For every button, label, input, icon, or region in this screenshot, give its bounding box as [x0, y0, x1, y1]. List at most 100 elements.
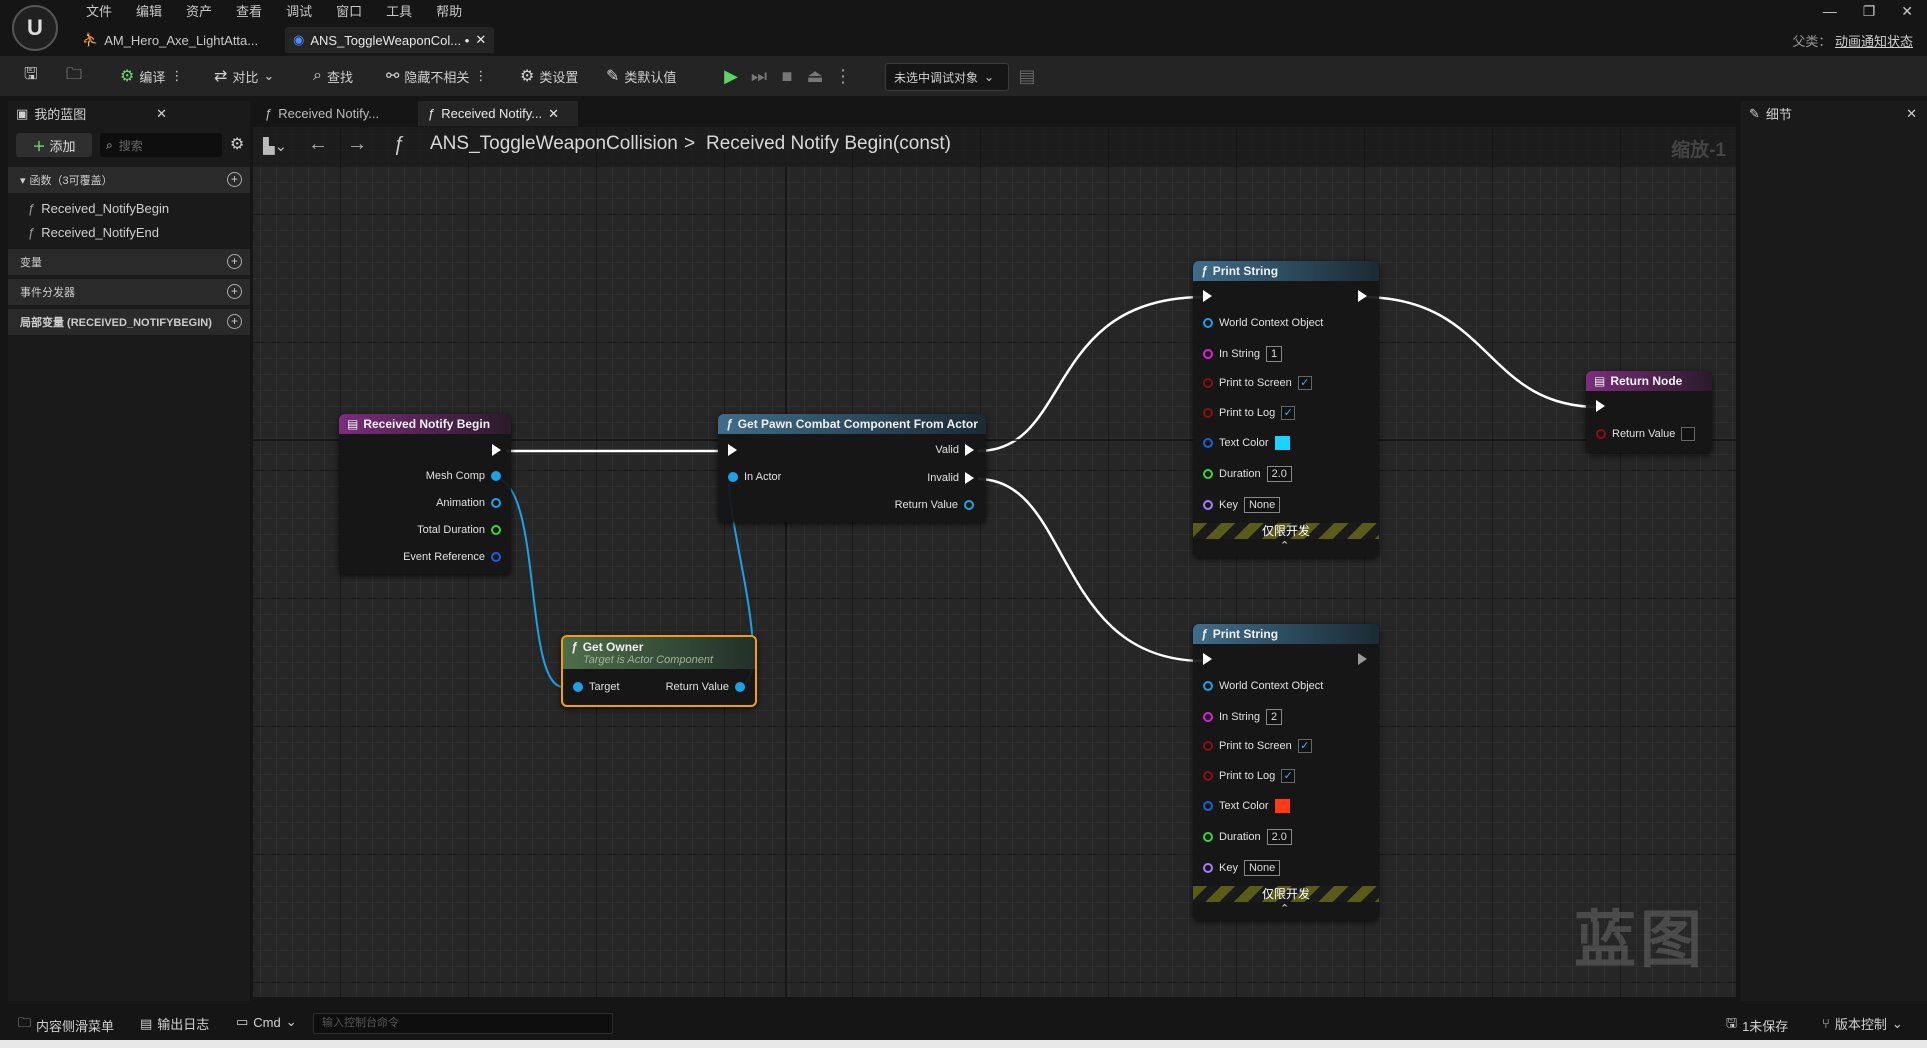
exec-out-pin[interactable]: [1358, 653, 1367, 665]
exec-in-pin[interactable]: [1203, 290, 1212, 302]
in-string-pin[interactable]: In String 2: [1203, 709, 1283, 725]
event-reference-pin[interactable]: Event Reference: [403, 551, 501, 563]
target-pin[interactable]: Target: [573, 681, 620, 693]
print-to-log-checkbox[interactable]: ✓: [1281, 406, 1296, 420]
save-button[interactable]: 🖫: [18, 61, 44, 91]
content-drawer-button[interactable]: 🗀 内容侧滑菜单: [18, 1014, 114, 1036]
invalid-pin[interactable]: Invalid: [927, 472, 974, 484]
return-value-checkbox[interactable]: [1681, 427, 1696, 441]
exec-in-pin[interactable]: [728, 444, 737, 456]
animation-pin[interactable]: Animation: [436, 497, 501, 509]
get-pawn-combat-node[interactable]: ƒ Get Pawn Combat Component From Actor In…: [718, 414, 986, 522]
close-icon[interactable]: ✕: [156, 106, 167, 122]
menu-edit[interactable]: 编辑: [124, 3, 174, 21]
console-command-input[interactable]: 输入控制台命令: [313, 1013, 613, 1034]
menu-debug[interactable]: 调试: [274, 3, 324, 21]
doc-tab-notify-state[interactable]: ◉ ANS_ToggleWeaponCol... • ✕: [285, 27, 495, 53]
exec-in-pin[interactable]: [1203, 653, 1212, 665]
step-icon[interactable]: ⏭: [746, 62, 772, 90]
my-blueprint-tab[interactable]: ▣ 我的蓝图 ✕: [16, 101, 171, 126]
close-icon[interactable]: ✕: [1906, 106, 1917, 122]
class-defaults-button[interactable]: ✎ 类默认值: [600, 61, 682, 91]
in-string-field[interactable]: 2: [1265, 709, 1283, 725]
return-node[interactable]: ▤ Return Node Return Value: [1586, 371, 1712, 453]
close-window-icon[interactable]: ✕: [1901, 3, 1913, 20]
owner-return-pin[interactable]: Return Value: [666, 681, 745, 693]
print-to-screen-pin[interactable]: Print to Screen ✓: [1203, 739, 1312, 753]
exec-out-pin[interactable]: [492, 444, 501, 456]
function-item[interactable]: ƒ Received_NotifyBegin: [28, 201, 169, 216]
text-color-swatch[interactable]: [1274, 799, 1290, 813]
add-dispatcher-icon[interactable]: +: [227, 284, 242, 299]
in-string-field[interactable]: 1: [1265, 346, 1283, 362]
functions-section[interactable]: ▾ 函数（3可覆盖） +: [8, 167, 250, 193]
exec-out-pin[interactable]: [1358, 290, 1367, 302]
parent-class-link[interactable]: 动画通知状态: [1835, 34, 1913, 49]
restore-icon[interactable]: ❐: [1863, 3, 1876, 20]
close-tab-icon[interactable]: ✕: [475, 32, 486, 48]
return-value-pin[interactable]: Return Value: [1596, 427, 1696, 441]
text-color-pin[interactable]: Text Color: [1203, 436, 1290, 450]
world-context-pin[interactable]: World Context Object: [1203, 680, 1323, 692]
entry-node[interactable]: ▤ Received Notify Begin Mesh Comp Animati…: [339, 414, 511, 574]
key-field[interactable]: None: [1243, 860, 1281, 876]
get-owner-node[interactable]: ƒ Get Owner Target is Actor Component Tar…: [561, 635, 757, 707]
class-settings-button[interactable]: ⚙ 类设置: [514, 61, 584, 91]
browse-button[interactable]: 🗀: [60, 61, 88, 91]
menu-view[interactable]: 查看: [224, 3, 274, 21]
key-field[interactable]: None: [1243, 497, 1281, 513]
print-string-node-1[interactable]: ƒ Print String World Context Object In St…: [1193, 261, 1379, 557]
more-icon[interactable]: ⋮: [170, 68, 183, 84]
diff-button[interactable]: ⇄ 对比 ⌄: [208, 61, 280, 91]
text-color-pin[interactable]: Text Color: [1203, 799, 1290, 813]
duration-pin[interactable]: Duration 2.0: [1203, 466, 1292, 482]
print-to-log-pin[interactable]: Print to Log ✓: [1203, 769, 1296, 783]
print-string-node-2[interactable]: ƒ Print String World Context Object In St…: [1193, 624, 1379, 920]
add-function-icon[interactable]: +: [227, 172, 242, 187]
settings-gear-icon[interactable]: ⚙: [230, 134, 244, 154]
output-log-button[interactable]: ▤ 输出日志: [140, 1014, 209, 1033]
expand-chevron-icon[interactable]: ⌃: [1280, 539, 1289, 552]
doc-tab-anim-montage[interactable]: ⛹ AM_Hero_Axe_LightAtta...: [74, 27, 266, 53]
variables-section[interactable]: 变量 +: [8, 249, 250, 275]
print-to-screen-checkbox[interactable]: ✓: [1297, 376, 1312, 390]
hide-unrelated-button[interactable]: ⚯ 隐藏不相关 ⋮: [380, 61, 493, 91]
key-pin[interactable]: Key None: [1203, 497, 1281, 513]
expand-chevron-icon[interactable]: ⌃: [1280, 902, 1289, 915]
cmd-select[interactable]: ▭ Cmd ⌄: [236, 1014, 297, 1030]
function-item[interactable]: ƒ Received_NotifyEnd: [28, 225, 159, 240]
world-context-pin[interactable]: World Context Object: [1203, 317, 1323, 329]
find-button[interactable]: ⌕ 查找: [307, 61, 359, 91]
menu-asset[interactable]: 资产: [174, 3, 224, 21]
duration-field[interactable]: 2.0: [1266, 466, 1292, 482]
print-to-screen-pin[interactable]: Print to Screen ✓: [1203, 376, 1312, 390]
print-to-log-checkbox[interactable]: ✓: [1281, 769, 1296, 783]
text-color-swatch[interactable]: [1274, 436, 1290, 450]
search-input[interactable]: ⌕ 搜索: [100, 133, 222, 157]
add-local-variable-icon[interactable]: +: [227, 314, 242, 329]
add-variable-icon[interactable]: +: [227, 254, 242, 269]
minimize-icon[interactable]: —: [1823, 3, 1837, 20]
print-to-log-pin[interactable]: Print to Log ✓: [1203, 406, 1296, 420]
local-variables-section[interactable]: 局部变量 (RECEIVED_NOTIFYBEGIN) +: [8, 309, 250, 335]
valid-pin[interactable]: Valid: [935, 444, 974, 456]
unsaved-button[interactable]: 🖫 1未保存: [1726, 1014, 1788, 1036]
dispatchers-section[interactable]: 事件分发器 +: [8, 279, 250, 305]
debug-filter-icon[interactable]: ▤: [1014, 62, 1040, 90]
source-control-button[interactable]: ⑂ 版本控制 ⌄: [1822, 1014, 1903, 1033]
unreal-logo-icon[interactable]: U: [12, 5, 58, 51]
in-string-pin[interactable]: In String 1: [1203, 346, 1283, 362]
mesh-comp-pin[interactable]: Mesh Comp: [426, 470, 501, 482]
more-icon[interactable]: ⋮: [830, 62, 856, 90]
blueprint-graph[interactable]: ▙⌄ ← → ƒ ANS_ToggleWeaponCollision > Rec…: [253, 127, 1736, 997]
compile-button[interactable]: ⚙ 编译 ⋮: [114, 61, 189, 91]
exec-in-pin[interactable]: [1596, 400, 1605, 412]
key-pin[interactable]: Key None: [1203, 860, 1281, 876]
more-icon[interactable]: ⋮: [474, 68, 487, 84]
print-to-screen-checkbox[interactable]: ✓: [1297, 739, 1312, 753]
total-duration-pin[interactable]: Total Duration: [417, 524, 501, 536]
debug-object-select[interactable]: 未选中调试对象 ⌄: [885, 63, 1009, 91]
details-tab[interactable]: ✎ 细节 ✕: [1749, 101, 1919, 126]
menu-help[interactable]: 帮助: [424, 3, 474, 21]
graph-tab-notify-begin[interactable]: ƒ Received Notify... ✕: [418, 101, 578, 126]
